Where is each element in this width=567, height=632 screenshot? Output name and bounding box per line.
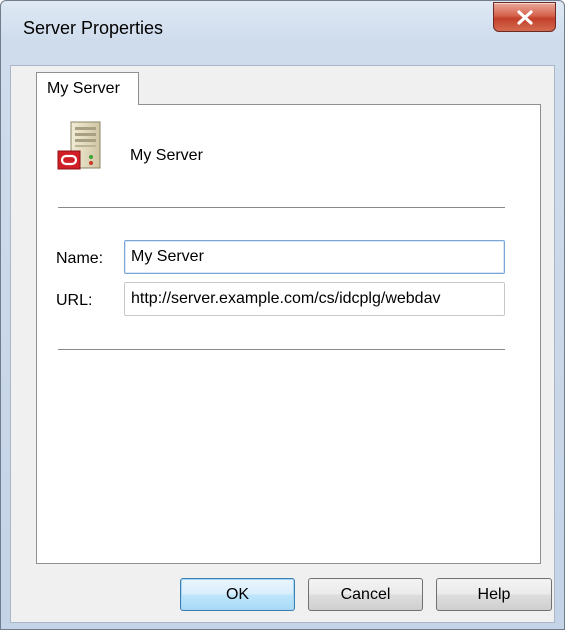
tab-label: My Server [47,80,120,97]
top-separator [58,207,505,208]
name-field[interactable]: My Server [124,240,505,274]
url-field[interactable]: http://server.example.com/cs/idcplg/webd… [124,282,505,316]
close-icon [517,10,533,25]
cancel-button[interactable]: Cancel [308,578,423,611]
url-label: URL: [56,292,93,309]
name-label: Name: [56,250,104,267]
server-name-heading: My Server [130,147,203,164]
ok-button[interactable]: OK [180,578,295,611]
close-button[interactable] [493,2,556,32]
tab-my-server[interactable]: My Server [36,72,139,105]
server-properties-dialog: Server Properties My Server My Server Na… [0,0,565,630]
title-bar[interactable]: Server Properties [1,1,564,65]
dialog-client-area: My Server My Server Name: My Server URL:… [10,65,555,623]
help-button[interactable]: Help [436,578,552,611]
window-title: Server Properties [23,18,164,38]
bottom-separator [58,349,505,350]
oracle-server-icon [57,121,101,170]
tab-panel: My Server Name: My Server URL: http://se… [36,104,541,564]
